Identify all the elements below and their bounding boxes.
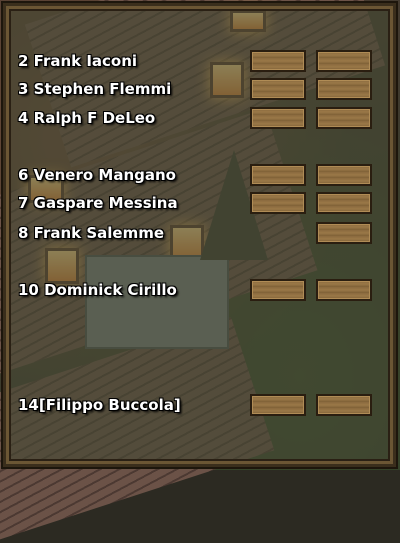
member-name: 3 Stephen Flemmi: [18, 80, 172, 98]
member-name: 6 Venero Mangano: [18, 166, 176, 184]
wooden-button-left[interactable]: [250, 279, 306, 301]
roster-row-4: 4 Ralph F DeLeo: [0, 107, 400, 131]
roster-row-3: 3 Stephen Flemmi: [0, 78, 400, 102]
wooden-button-right[interactable]: [316, 222, 372, 244]
member-name: 10 Dominick Cirillo: [18, 281, 177, 299]
wooden-button-right[interactable]: [316, 394, 372, 416]
wooden-button-left[interactable]: [250, 107, 306, 129]
wooden-button-right[interactable]: [316, 279, 372, 301]
wooden-button-right[interactable]: [316, 107, 372, 129]
roster-row-8: 8 Frank Salemme: [0, 222, 400, 246]
wooden-button-right[interactable]: [316, 78, 372, 100]
wooden-button-left[interactable]: [250, 192, 306, 214]
roster-row-6: 6 Venero Mangano: [0, 164, 400, 188]
member-name: 2 Frank Iaconi: [18, 52, 138, 70]
wooden-button-right[interactable]: [316, 192, 372, 214]
roster-row-7: 7 Gaspare Messina: [0, 192, 400, 216]
wooden-button-right[interactable]: [316, 164, 372, 186]
roster-row-10: 10 Dominick Cirillo: [0, 279, 400, 303]
roster-row-14: 14[Filippo Buccola]: [0, 394, 400, 418]
member-name: 4 Ralph F DeLeo: [18, 109, 156, 127]
wooden-button-left[interactable]: [250, 78, 306, 100]
wooden-button-left[interactable]: [250, 394, 306, 416]
member-name: 8 Frank Salemme: [18, 224, 165, 242]
wooden-button-left[interactable]: [250, 164, 306, 186]
member-name: 7 Gaspare Messina: [18, 194, 178, 212]
wooden-button-right[interactable]: [316, 50, 372, 72]
roster-row-2: 2 Frank Iaconi: [0, 50, 400, 74]
wooden-button-left[interactable]: [250, 50, 306, 72]
member-name: 14[Filippo Buccola]: [18, 396, 181, 414]
